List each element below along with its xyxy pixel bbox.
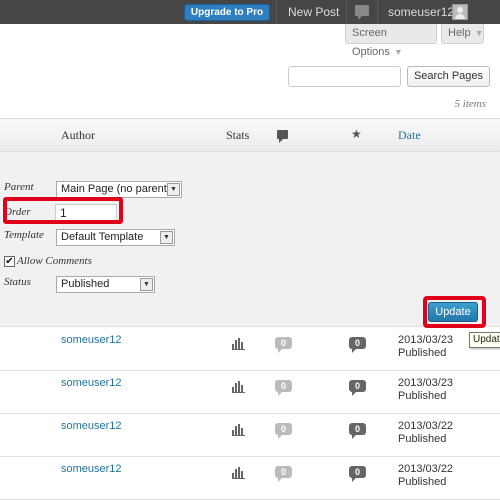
row-author-link[interactable]: someuser12 (61, 334, 122, 346)
search-pages-button[interactable]: Search Pages (407, 66, 490, 87)
new-post-link[interactable]: New Post (288, 5, 339, 19)
update-highlight (423, 296, 486, 328)
table-row: someuser12 0 0 2013/03/22 Published (0, 414, 500, 457)
row-date: 2013/03/23 Published (398, 377, 453, 403)
help-button[interactable]: Help ▼ (441, 24, 484, 44)
row-author-link[interactable]: someuser12 (61, 420, 122, 432)
row-date-value: 2013/03/23 (398, 334, 454, 346)
update-tooltip: Update (469, 332, 500, 348)
allow-comments-checkbox[interactable]: ✔ (4, 256, 15, 267)
chevron-down-icon: ▼ (167, 183, 180, 196)
parent-select[interactable]: Main Page (no parent) ▼ (56, 181, 182, 198)
chevron-down-icon: ▼ (160, 231, 173, 244)
avatar[interactable] (452, 4, 468, 20)
pending-comments-badge[interactable]: 0 (275, 337, 292, 353)
row-status: Published (398, 476, 447, 488)
parent-select-value: Main Page (no parent) (61, 183, 171, 195)
comments-count-badge[interactable]: 0 (349, 380, 366, 396)
stats-chart-icon[interactable] (232, 338, 246, 350)
table-row: someuser12 0 0 2013/03/23 Published (0, 328, 500, 371)
pending-comments-badge[interactable]: 0 (275, 380, 292, 396)
triangle-down-icon: ▼ (393, 47, 403, 57)
chevron-down-icon: ▼ (140, 278, 153, 291)
search-input[interactable] (288, 66, 401, 87)
row-date-value: 2013/03/22 (398, 463, 454, 475)
table-row: someuser12 0 0 2013/03/22 Published (0, 457, 500, 500)
screen-options-label: Screen Options (352, 27, 390, 58)
user-account-link[interactable]: someuser12 (388, 5, 454, 19)
stats-chart-icon[interactable] (232, 424, 246, 436)
order-highlight (3, 197, 123, 224)
stats-chart-icon[interactable] (232, 381, 246, 393)
table-row: someuser12 0 0 2013/03/23 Published (0, 371, 500, 414)
admin-bar-divider (346, 0, 347, 24)
column-author[interactable]: Author (61, 128, 95, 143)
column-date[interactable]: Date (398, 128, 421, 143)
comments-count-badge[interactable]: 0 (349, 337, 366, 353)
row-date: 2013/03/23 Published (398, 334, 453, 360)
admin-bar-divider (276, 0, 277, 24)
comments-icon[interactable] (355, 5, 369, 20)
column-stats: Stats (226, 128, 250, 142)
status-label: Status (4, 276, 31, 288)
row-date-value: 2013/03/23 (398, 377, 454, 389)
status-select[interactable]: Published ▼ (56, 276, 155, 293)
items-count: 5 items (454, 98, 486, 110)
pending-comments-badge[interactable]: 0 (275, 466, 292, 482)
upgrade-to-pro-button[interactable]: Upgrade to Pro (184, 4, 270, 21)
comments-count-badge[interactable]: 0 (349, 423, 366, 439)
row-date: 2013/03/22 Published (398, 463, 453, 489)
row-status: Published (398, 433, 447, 445)
comments-count-badge[interactable]: 0 (349, 466, 366, 482)
comments-column-icon[interactable] (277, 130, 288, 143)
row-status: Published (398, 390, 447, 402)
row-author-link[interactable]: someuser12 (61, 463, 122, 475)
status-select-value: Published (61, 278, 110, 290)
template-label: Template (4, 229, 44, 241)
allow-comments-label: Allow Comments (17, 255, 92, 267)
triangle-down-icon: ▼ (474, 28, 484, 38)
stats-chart-icon[interactable] (232, 467, 246, 479)
admin-bar-divider (377, 0, 378, 24)
row-date: 2013/03/22 Published (398, 420, 453, 446)
row-author-link[interactable]: someuser12 (61, 377, 122, 389)
row-status: Published (398, 347, 447, 359)
template-select[interactable]: Default Template ▼ (56, 229, 175, 246)
help-label: Help (448, 27, 471, 39)
screen-options-button[interactable]: Screen Options ▼ (345, 24, 437, 58)
template-select-value: Default Template (61, 231, 144, 243)
row-date-value: 2013/03/22 (398, 420, 454, 432)
pending-comments-badge[interactable]: 0 (275, 423, 292, 439)
parent-label: Parent (4, 181, 34, 193)
star-icon: ★ (351, 127, 362, 141)
